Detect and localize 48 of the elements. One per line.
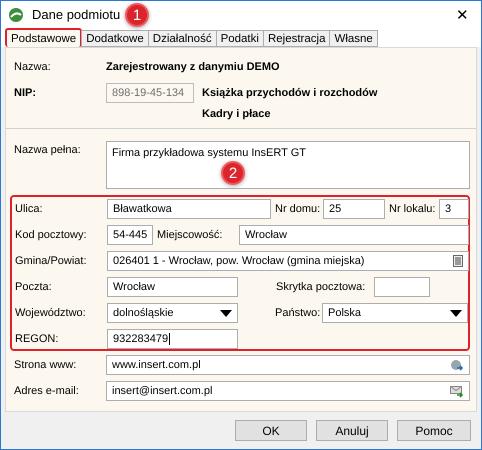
input-field[interactable]: insert@insert.com.pl xyxy=(106,381,470,401)
tab[interactable]: Podstawowe xyxy=(5,28,82,47)
field-label: Skrytka pocztowa: xyxy=(275,281,366,293)
field-label: Ulica: xyxy=(15,203,44,215)
field-label: Nr domu: xyxy=(274,203,322,215)
dialog-button[interactable]: OK xyxy=(235,420,307,441)
input-field[interactable]: Wrocław xyxy=(239,225,469,245)
field-label: Gmina/Powiat: xyxy=(15,255,88,267)
field-label: Państwo: xyxy=(274,307,322,319)
input-field[interactable]: 25 xyxy=(323,199,385,219)
app-logo-icon xyxy=(8,6,24,22)
company-name: Zarejestrowany z danymiu DEMO xyxy=(106,61,280,73)
field-label: Strona www: xyxy=(14,359,78,371)
field-label: Poczta: xyxy=(15,281,53,293)
field-label: Nr lokalu: xyxy=(388,203,436,215)
dialog-button[interactable]: Pomoc xyxy=(397,420,471,441)
field-label: Nazwa: xyxy=(14,61,52,73)
window-title: Dane podmiotu xyxy=(32,7,120,22)
input-field[interactable]: Wrocław xyxy=(107,277,238,297)
dropdown[interactable]: dolnośląskie xyxy=(107,303,238,323)
tab[interactable]: Dodatkowe xyxy=(81,30,149,47)
input-field[interactable] xyxy=(374,277,430,297)
tab[interactable]: Działalność xyxy=(148,30,217,47)
tab[interactable]: Własne xyxy=(329,30,378,47)
module-name: Książka przychodów i rozchodów xyxy=(202,87,378,99)
dropdown-arrow-icon[interactable] xyxy=(450,310,462,316)
field-label: Miejscowość: xyxy=(156,229,224,241)
field-label: Adres e-mail: xyxy=(14,385,80,397)
list-icon[interactable] xyxy=(453,255,463,267)
tab[interactable]: Podatki xyxy=(216,30,264,47)
dialog-button[interactable]: Anuluj xyxy=(316,420,388,441)
dropdown[interactable]: Polska xyxy=(322,303,468,323)
dropdown-arrow-icon[interactable] xyxy=(220,310,232,316)
field-label: REGON: xyxy=(15,333,60,345)
input-field[interactable]: Bławatkowa xyxy=(107,199,271,219)
input-field[interactable]: 54-445 xyxy=(107,225,153,245)
input-field[interactable]: www.insert.com.pl xyxy=(106,355,470,375)
module-name: Kadry i płace xyxy=(202,108,270,120)
input-field[interactable]: 3 xyxy=(439,199,469,219)
input-field[interactable]: 932283479 xyxy=(107,329,238,349)
close-button[interactable]: ✕ xyxy=(452,6,473,24)
envelope-arrow-icon[interactable] xyxy=(450,384,464,398)
field-label: NIP: xyxy=(14,87,37,99)
tab[interactable]: Rejestracja xyxy=(262,30,330,47)
field-label: Województwo: xyxy=(15,307,87,319)
field-label: Kod pocztowy: xyxy=(15,229,88,241)
field-label: Nazwa pełna: xyxy=(14,143,82,156)
input-field[interactable]: 026401 1 - Wrocław, pow. Wrocław (gmina miejska) xyxy=(107,251,469,271)
